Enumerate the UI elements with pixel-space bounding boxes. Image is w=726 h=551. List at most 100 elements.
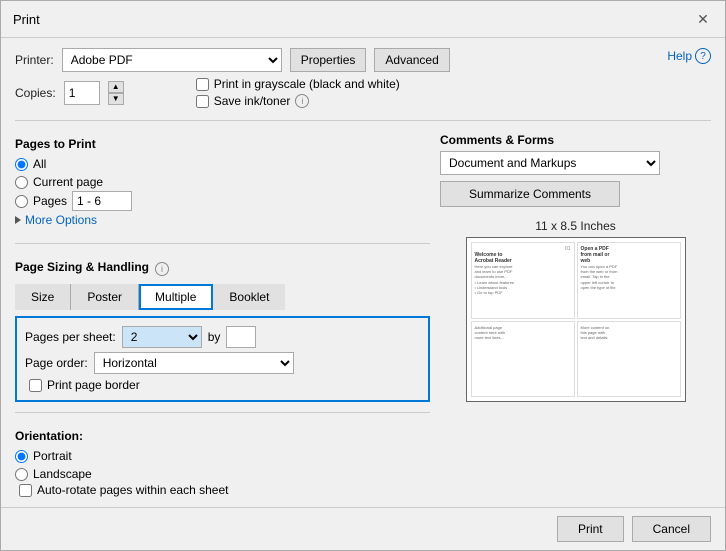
comments-select-row: Document and Markups Document Form field… [440, 151, 711, 175]
copies-input[interactable] [64, 81, 100, 105]
portrait-radio[interactable] [15, 450, 28, 463]
auto-rotate-label: Auto-rotate pages within each sheet [37, 483, 228, 497]
preview-page-2-content: You can open a PDFfrom the web or fromem… [581, 264, 677, 290]
size-button[interactable]: Size [15, 284, 71, 310]
grayscale-row: Print in grayscale (black and white) [196, 77, 400, 91]
pages-per-sheet-label: Pages per sheet: [25, 330, 116, 344]
pages-label: Pages [33, 194, 67, 208]
help-link[interactable]: Help ? [667, 48, 711, 64]
pages-per-sheet-select[interactable]: 2 4 6 9 16 [122, 326, 202, 348]
printer-row: Printer: Adobe PDF Properties Advanced [15, 48, 450, 72]
print-dialog: Print ✕ Printer: Adobe PDF Properties Ad… [0, 0, 726, 551]
right-panel: Comments & Forms Document and Markups Do… [430, 133, 711, 497]
comments-select[interactable]: Document and Markups Document Form field… [440, 151, 660, 175]
copies-row: Copies: ▲ ▼ Print in grayscale (black an… [15, 77, 450, 108]
properties-button[interactable]: Properties [290, 48, 367, 72]
print-button[interactable]: Print [557, 516, 624, 542]
comments-title: Comments & Forms [440, 133, 711, 147]
current-radio-row: Current page [15, 173, 430, 191]
page-order-row: Page order: Horizontal Vertical Horizont… [25, 352, 420, 374]
main-content: Pages to Print All Current page Pages [15, 133, 711, 497]
preview-page-2: Open a PDFfrom mail orweb You can open a… [577, 242, 681, 319]
preview-size-label: 11 x 8.5 Inches [535, 219, 616, 233]
printer-select[interactable]: Adobe PDF [62, 48, 282, 72]
save-ink-row: Save ink/toner i [196, 94, 400, 108]
preview-page-4-content: More content onthis page withtext and de… [581, 325, 677, 341]
sizing-info-icon: i [155, 262, 169, 276]
preview-area: 11 x 8.5 Inches 01 Welcome toAcrobat Rea… [440, 219, 711, 402]
portrait-row: Portrait [15, 447, 430, 465]
dialog-body: Printer: Adobe PDF Properties Advanced C… [1, 38, 725, 507]
more-options[interactable]: More Options [15, 211, 430, 229]
auto-rotate-row: Auto-rotate pages within each sheet [19, 483, 430, 497]
grayscale-label: Print in grayscale (black and white) [214, 77, 400, 91]
help-icon: ? [695, 48, 711, 64]
all-label: All [33, 157, 46, 171]
all-radio-row: All [15, 155, 430, 173]
grayscale-checkbox[interactable] [196, 78, 209, 91]
sizing-section: Page Sizing & Handling i Size Poster Mul… [15, 260, 430, 402]
more-options-triangle-icon [15, 216, 21, 224]
cancel-button[interactable]: Cancel [632, 516, 711, 542]
separator-1 [15, 120, 711, 121]
by-input[interactable] [226, 326, 256, 348]
save-ink-checkbox[interactable] [196, 95, 209, 108]
print-border-row: Print page border [29, 378, 420, 392]
page-order-label: Page order: [25, 356, 88, 370]
save-ink-info-icon: i [295, 94, 309, 108]
advanced-button[interactable]: Advanced [374, 48, 449, 72]
dialog-title: Print [13, 12, 40, 27]
save-ink-label: Save ink/toner [214, 94, 291, 108]
close-button[interactable]: ✕ [693, 9, 713, 29]
booklet-button[interactable]: Booklet [213, 284, 285, 310]
page-order-select[interactable]: Horizontal Vertical Horizontal Reversed … [94, 352, 294, 374]
preview-page-1-title: Welcome toAcrobat Reader [475, 252, 571, 264]
separator-2 [15, 243, 430, 244]
sizing-header: Page Sizing & Handling i [15, 260, 430, 278]
sizing-title: Page Sizing & Handling [15, 260, 149, 274]
current-radio[interactable] [15, 176, 28, 189]
comments-section: Comments & Forms Document and Markups Do… [440, 133, 711, 207]
more-options-label: More Options [25, 213, 97, 227]
pages-section: Pages to Print All Current page Pages [15, 133, 430, 233]
copies-spinner: ▲ ▼ [108, 81, 124, 105]
preview-page-3-content: Additional pagecontent here withmore tex… [475, 325, 571, 341]
current-label: Current page [33, 175, 103, 189]
poster-button[interactable]: Poster [71, 284, 139, 310]
preview-page-3: Additional pagecontent here withmore tex… [471, 321, 575, 398]
landscape-label: Landscape [33, 467, 92, 481]
printer-label: Printer: [15, 53, 54, 67]
preview-box: 01 Welcome toAcrobat Reader Here you can… [466, 237, 686, 402]
print-border-checkbox[interactable] [29, 379, 42, 392]
preview-page-1: 01 Welcome toAcrobat Reader Here you can… [471, 242, 575, 319]
pages-radio[interactable] [15, 195, 28, 208]
pages-section-title: Pages to Print [15, 137, 430, 151]
title-bar: Print ✕ [1, 1, 725, 38]
multiple-section: Pages per sheet: 2 4 6 9 16 by [15, 316, 430, 402]
portrait-label: Portrait [33, 449, 72, 463]
preview-page-2-title: Open a PDFfrom mail orweb [581, 246, 677, 264]
by-label: by [208, 330, 221, 344]
dialog-buttons: Print Cancel [1, 507, 725, 550]
sizing-buttons-row: Size Poster Multiple Booklet [15, 284, 430, 310]
copies-label: Copies: [15, 86, 56, 100]
print-border-label: Print page border [47, 378, 140, 392]
pages-per-sheet-row: Pages per sheet: 2 4 6 9 16 by [25, 326, 420, 348]
preview-page-4: More content onthis page withtext and de… [577, 321, 681, 398]
help-label: Help [667, 49, 692, 63]
summarize-comments-button[interactable]: Summarize Comments [440, 181, 620, 207]
separator-3 [15, 412, 430, 413]
multiple-button[interactable]: Multiple [139, 284, 213, 310]
copies-up-button[interactable]: ▲ [108, 81, 124, 93]
auto-rotate-checkbox[interactable] [19, 484, 32, 497]
copies-down-button[interactable]: ▼ [108, 93, 124, 105]
orientation-section: Orientation: Portrait Landscape Auto-rot… [15, 429, 430, 497]
orientation-title: Orientation: [15, 429, 430, 443]
pages-radio-row: Pages [15, 191, 430, 211]
preview-page-1-content: Here you can exploreand learn to use PDF… [475, 264, 571, 295]
landscape-row: Landscape [15, 465, 430, 483]
left-panel: Pages to Print All Current page Pages [15, 133, 430, 497]
pages-range-input[interactable] [72, 191, 132, 211]
all-radio[interactable] [15, 158, 28, 171]
landscape-radio[interactable] [15, 468, 28, 481]
